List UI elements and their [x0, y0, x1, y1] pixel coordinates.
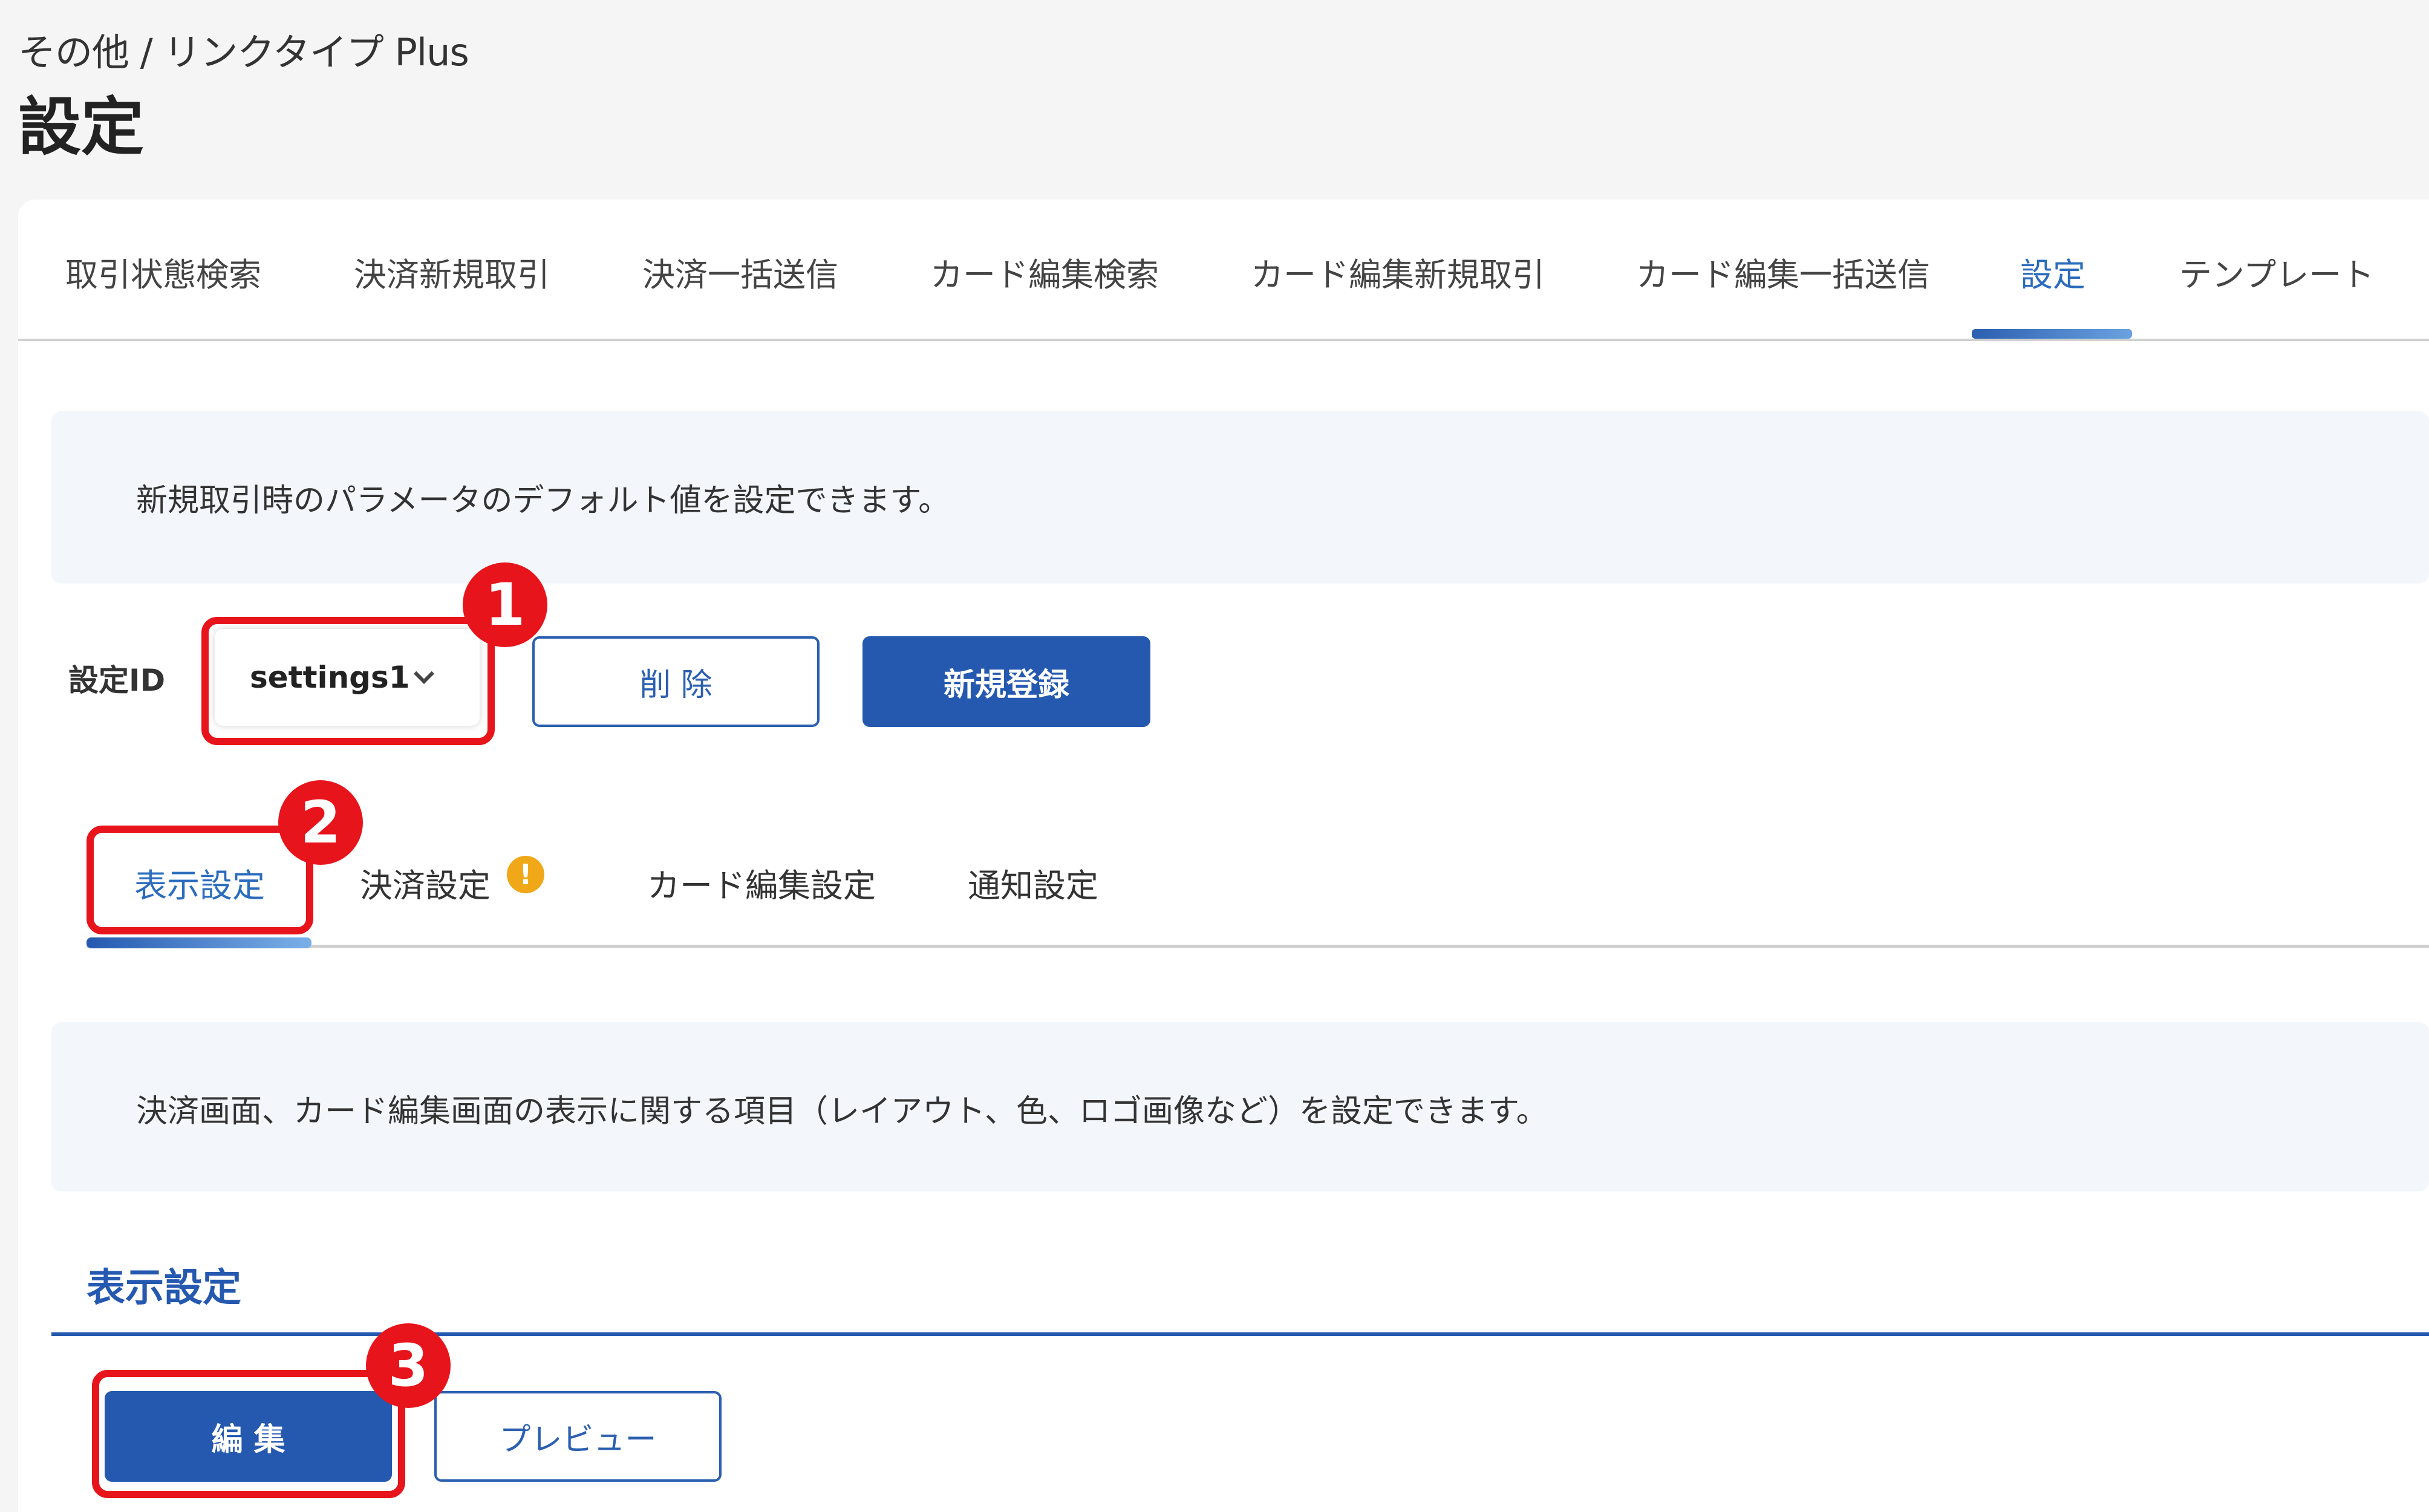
display-info-text: 決済画面、カード編集画面の表示に関する項目（レイアウト、色、ロゴ画像など）を設定… [136, 1093, 1548, 1130]
tab-payment-bulk[interactable]: 決済一括送信 [642, 248, 838, 296]
page-title: 設定 [18, 90, 145, 164]
subtab-card-edit-settings[interactable]: カード編集設定 [647, 859, 876, 907]
tab-payment-new[interactable]: 決済新規取引 [354, 248, 550, 296]
settings-id-label: 設定ID [68, 663, 166, 698]
warning-icon: ! [507, 856, 544, 893]
display-info-box: 決済画面、カード編集画面の表示に関する項目（レイアウト、色、ロゴ画像など）を設定… [51, 1022, 2429, 1191]
subtab-notification-settings[interactable]: 通知設定 [968, 859, 1098, 907]
tab-card-edit-search[interactable]: カード編集検索 [930, 248, 1159, 296]
new-register-button[interactable]: 新規登録 [862, 636, 1150, 727]
sub-tab-baseline [86, 945, 2429, 948]
highlight-box-1 [201, 617, 495, 745]
tab-template[interactable]: テンプレート [2179, 248, 2374, 296]
tab-settings[interactable]: 設定 [2020, 248, 2085, 296]
tab-transaction-search[interactable]: 取引状態検索 [65, 248, 261, 296]
tab-card-edit-bulk[interactable]: カード編集一括送信 [1636, 248, 1930, 296]
active-subtab-indicator [86, 937, 311, 948]
subtab-payment-settings[interactable]: 決済設定 [360, 859, 491, 907]
annotation-badge-2: 2 [278, 780, 363, 865]
breadcrumb: その他 / リンクタイプ Plus [18, 30, 469, 74]
section-title: 表示設定 [86, 1266, 241, 1311]
settings-info-box: 新規取引時のパラメータのデフォルト値を設定できます。 [51, 411, 2429, 584]
tab-card-edit-new[interactable]: カード編集新規取引 [1251, 248, 1545, 296]
settings-info-text: 新規取引時のパラメータのデフォルト値を設定できます。 [136, 483, 950, 519]
annotation-badge-1: 1 [463, 562, 547, 647]
highlight-box-3 [92, 1370, 405, 1498]
preview-button[interactable]: プレビュー [434, 1391, 722, 1482]
highlight-box-2 [86, 826, 313, 934]
active-tab-indicator [1972, 329, 2132, 339]
annotation-badge-3: 3 [366, 1323, 451, 1408]
content-card: 取引状態検索 決済新規取引 決済一括送信 カード編集検索 カード編集新規取引 カ… [18, 200, 2429, 1512]
main-tab-bar: 取引状態検索 決済新規取引 決済一括送信 カード編集検索 カード編集新規取引 カ… [18, 200, 2429, 341]
delete-button[interactable]: 削 除 [532, 636, 820, 727]
